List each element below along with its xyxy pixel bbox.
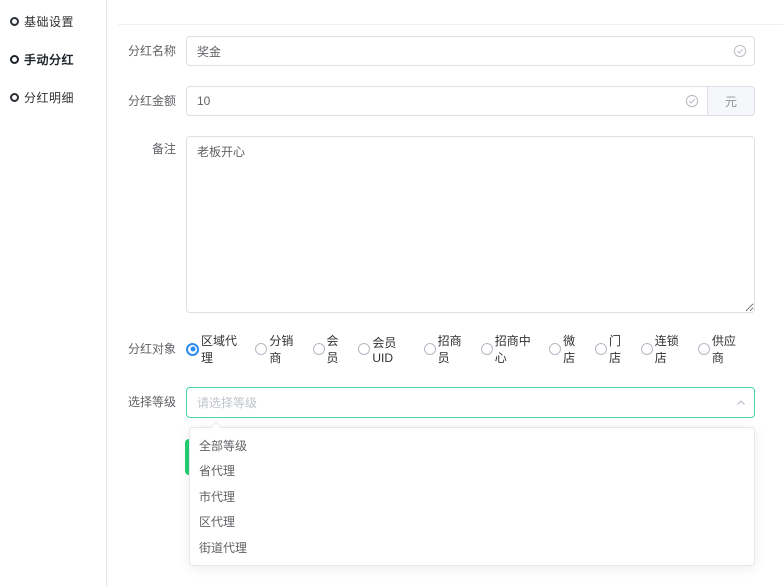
name-label: 分红名称 xyxy=(118,36,186,66)
level-row: 选择等级 全部等级省代理市代理区代理街道代理 xyxy=(118,387,783,418)
level-label: 选择等级 xyxy=(118,387,186,418)
radio-option[interactable]: 连锁店 xyxy=(641,332,688,366)
radio-option-label: 会员UID xyxy=(372,334,413,365)
radio-option[interactable]: 招商员 xyxy=(424,332,471,366)
dropdown-option[interactable]: 市代理 xyxy=(190,485,754,510)
amount-row: 分红金额 元 xyxy=(118,86,783,116)
dropdown-option[interactable]: 全部等级 xyxy=(190,434,754,459)
radio-option[interactable]: 会员 xyxy=(313,332,349,366)
radio-option-label: 招商员 xyxy=(438,332,471,366)
radio-icon xyxy=(641,343,653,355)
radio-option[interactable]: 微店 xyxy=(549,332,585,366)
radio-icon xyxy=(424,343,436,355)
dividend-target-radio-group: 区域代理 分销商 会员 会员UID 招商员 xyxy=(186,332,755,366)
radio-icon xyxy=(549,343,561,355)
dropdown-option[interactable]: 区代理 xyxy=(190,510,754,535)
sidebar-item-label: 手动分红 xyxy=(24,51,74,68)
radio-icon xyxy=(313,343,325,355)
target-label: 分红对象 xyxy=(118,340,186,358)
remark-textarea[interactable]: 老板开心 xyxy=(186,136,755,313)
circle-bullet-icon xyxy=(10,93,19,102)
radio-option-label: 区域代理 xyxy=(201,332,245,366)
radio-icon xyxy=(358,343,370,355)
radio-option-label: 供应商 xyxy=(712,332,745,366)
dropdown-option[interactable]: 省代理 xyxy=(190,459,754,484)
sidebar-item[interactable]: 手动分红 xyxy=(0,44,106,74)
app-root: 基础设置 手动分红 分红明细 分红名称 xyxy=(0,0,783,586)
amount-unit-append: 元 xyxy=(707,86,755,116)
radio-icon xyxy=(481,343,493,355)
dividend-form: 分红名称 分红金额 xyxy=(118,25,783,418)
radio-option-label: 分销商 xyxy=(269,332,302,366)
circle-bullet-icon xyxy=(10,55,19,64)
radio-option[interactable]: 分销商 xyxy=(255,332,302,366)
dropdown-option[interactable]: 街道代理 xyxy=(190,536,754,561)
target-row: 分红对象 区域代理 分销商 会员 xyxy=(118,339,783,359)
radio-option-label: 门店 xyxy=(609,332,631,366)
sidebar-item[interactable]: 基础设置 xyxy=(0,6,106,36)
amount-label: 分红金额 xyxy=(118,86,186,116)
radio-option[interactable]: 门店 xyxy=(595,332,631,366)
sidebar-item-label: 基础设置 xyxy=(24,13,74,30)
remark-label: 备注 xyxy=(118,136,186,162)
sidebar: 基础设置 手动分红 分红明细 xyxy=(0,0,107,586)
radio-option-label: 连锁店 xyxy=(655,332,688,366)
main-content: 分红名称 分红金额 xyxy=(118,24,783,586)
radio-icon xyxy=(255,343,267,355)
radio-icon xyxy=(698,343,710,355)
dividend-amount-input[interactable] xyxy=(186,86,707,116)
circle-bullet-icon xyxy=(10,17,19,26)
radio-option-label: 微店 xyxy=(563,332,585,366)
radio-icon xyxy=(595,343,607,355)
radio-option[interactable]: 会员UID xyxy=(358,334,413,365)
level-dropdown: 全部等级省代理市代理区代理街道代理 xyxy=(189,427,755,566)
radio-option[interactable]: 招商中心 xyxy=(481,332,539,366)
remark-row: 备注 老板开心 xyxy=(118,136,783,318)
level-select[interactable] xyxy=(186,387,755,418)
sidebar-item-label: 分红明细 xyxy=(24,89,74,106)
name-row: 分红名称 xyxy=(118,36,783,66)
radio-option-label: 招商中心 xyxy=(495,332,539,366)
radio-option-label: 会员 xyxy=(327,332,349,366)
dividend-name-input[interactable] xyxy=(186,36,755,66)
radio-option[interactable]: 区域代理 xyxy=(186,332,245,366)
sidebar-item[interactable]: 分红明细 xyxy=(0,82,106,112)
radio-icon xyxy=(186,343,199,356)
radio-option[interactable]: 供应商 xyxy=(698,332,745,366)
